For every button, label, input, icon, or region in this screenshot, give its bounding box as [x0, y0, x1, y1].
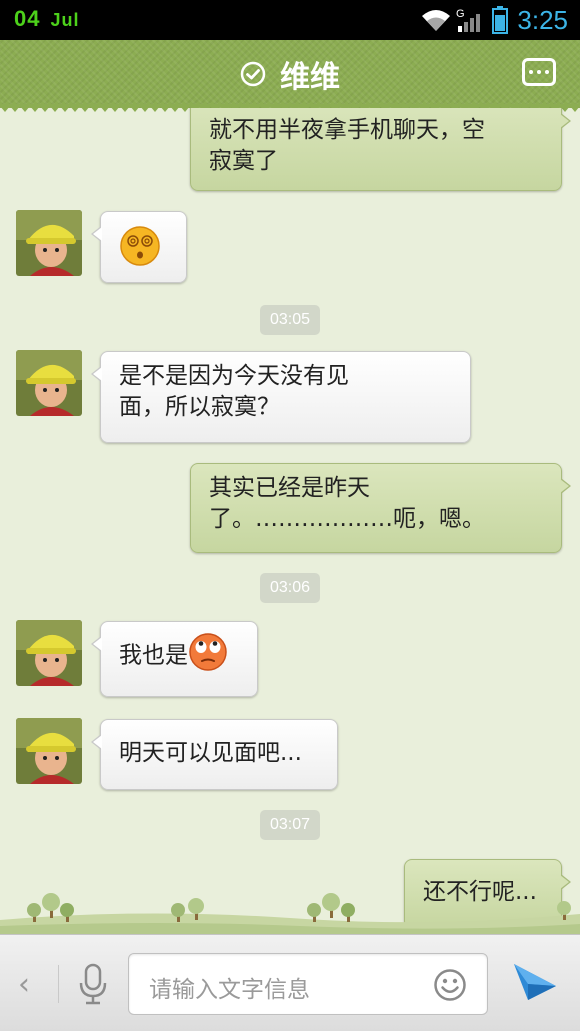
time-divider: 03:05	[260, 305, 320, 335]
divider	[58, 965, 59, 1003]
message-text: 其实已经是昨天	[209, 475, 370, 501]
verified-check-icon	[240, 61, 266, 87]
avatar-image	[16, 210, 82, 276]
message-text: 了。………………呃，嗯。	[209, 506, 485, 532]
message-bubble-incoming[interactable]: 明天可以见面吧...	[91, 719, 338, 790]
message-bubble-incoming[interactable]: 是不是因为今天没有见 面，所以寂寞？	[91, 351, 471, 443]
tree-icon	[307, 893, 355, 922]
network-type-label: G	[456, 8, 465, 20]
dot-icon	[545, 70, 549, 74]
chat-area[interactable]: 就不用半夜拿手机聊天，空 寂寞了 03:05 是不是因为今天没有见 面，所以寂寞…	[0, 108, 580, 934]
tree-icon	[27, 893, 74, 922]
emoji-picker-button-icon[interactable]	[433, 968, 467, 1002]
message-text: 寂寞了	[209, 148, 278, 174]
landscape-decoration	[0, 893, 580, 935]
header-title-wrap: 维维	[0, 40, 580, 108]
message-input[interactable]: 请输入文字信息	[128, 953, 488, 1015]
signal-icon: G	[456, 8, 480, 32]
microphone-icon[interactable]	[78, 963, 108, 1005]
message-text: 我也是	[119, 642, 188, 669]
status-month: Jul	[50, 10, 80, 30]
time-divider: 03:07	[260, 810, 320, 840]
contact-name[interactable]: 维维	[280, 52, 340, 96]
wifi-icon	[422, 10, 450, 31]
battery-icon	[492, 6, 508, 34]
status-date: 04 Jul	[14, 6, 80, 32]
avatar-image	[16, 718, 82, 784]
status-bar: 04 Jul G 3:25	[0, 0, 580, 40]
avatar-image	[16, 350, 82, 416]
input-bar: ‹ 请输入文字信息	[0, 934, 580, 1031]
contact-avatar[interactable]	[16, 210, 82, 276]
message-bubble-outgoing[interactable]: 就不用半夜拿手机聊天，空 寂寞了	[190, 108, 571, 191]
status-time: 3:25	[517, 5, 568, 35]
dot-icon	[529, 70, 533, 74]
eye-roll-emoji-icon	[189, 633, 227, 671]
contact-avatar[interactable]	[16, 350, 82, 416]
message-text: 就不用半夜拿手机聊天，空	[209, 117, 485, 143]
avatar-image	[16, 620, 82, 686]
message-input-placeholder: 请输入文字信息	[149, 977, 310, 1003]
status-day: 04	[14, 6, 41, 31]
message-bubble-outgoing[interactable]: 其实已经是昨天 了。………………呃，嗯。	[190, 463, 571, 553]
collapse-chevron-icon[interactable]: ‹	[18, 967, 30, 1002]
message-text: 明天可以见面吧...	[119, 740, 302, 766]
more-options-button[interactable]	[522, 58, 556, 86]
message-bubble-incoming[interactable]: 我也是	[91, 621, 258, 697]
dot-icon	[537, 70, 541, 74]
dizzy-face-emoji-icon	[120, 226, 160, 266]
chat-header: 维维	[0, 40, 580, 108]
contact-avatar[interactable]	[16, 718, 82, 784]
contact-avatar[interactable]	[16, 620, 82, 686]
message-text: 面，所以寂寞？	[119, 394, 280, 420]
time-divider: 03:06	[260, 573, 320, 603]
message-bubble-incoming[interactable]	[91, 211, 187, 283]
message-text: 是不是因为今天没有见	[119, 363, 349, 389]
send-button-icon[interactable]	[512, 960, 558, 1004]
